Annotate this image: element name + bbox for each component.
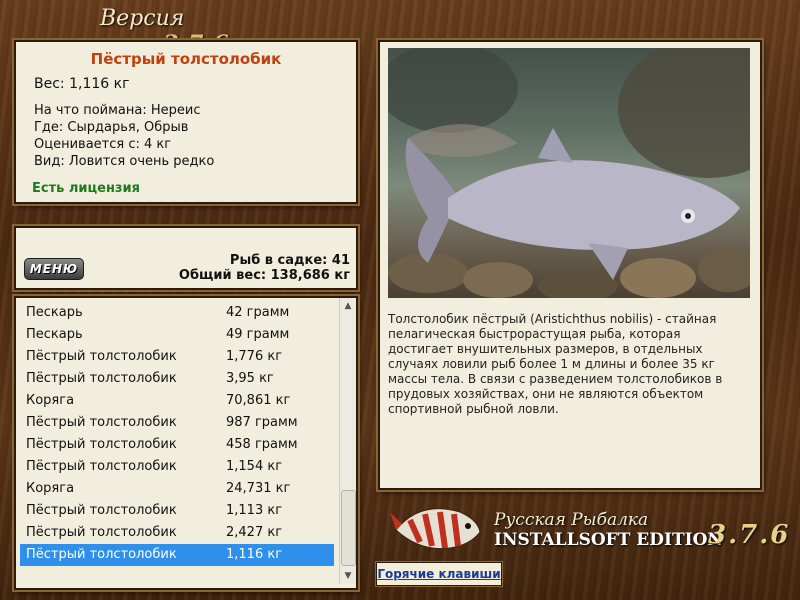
game-version-title: Версия игры3.7.6 <box>100 6 310 57</box>
rarity-info: Вид: Ловится очень редко <box>34 154 215 169</box>
catch-list[interactable]: Пескарь 42 грамм Пескарь 49 грамм Пёстрый то… <box>20 302 334 566</box>
catch-item-name: Пёстрый толстолобик <box>26 503 177 518</box>
catch-item-weight: 42 грамм <box>226 305 290 320</box>
fish-description: Толстолобик пёстрый (Aristichthus nobili… <box>388 312 723 416</box>
game-branding: Русская Рыбалка INSTALLSOFT EDITION 3.7.… <box>390 490 790 565</box>
catch-list-item[interactable]: Пёстрый толстолобик 1,116 кг <box>20 544 334 566</box>
catch-item-name: Коряга <box>26 481 75 496</box>
scroll-down-arrow-icon[interactable]: ▼ <box>340 568 356 584</box>
fish-photo-panel: Толстолобик пёстрый (Aristichthus nobili… <box>378 40 762 490</box>
fish-illustration <box>388 48 750 298</box>
fish-count: Рыб в садке: 41 <box>229 253 350 268</box>
catch-item-name: Пёстрый толстолобик <box>26 459 177 474</box>
catch-item-name: Пёстрый толстолобик <box>26 371 177 386</box>
catch-item-weight: 1,113 кг <box>226 503 283 518</box>
fish-info-panel: Пёстрый толстолобик Вес: 1,116 кг На что… <box>14 40 358 204</box>
catch-list-item[interactable]: Пёстрый толстолобик 987 грамм <box>20 412 334 434</box>
fish-name: Пёстрый толстолобик <box>90 50 282 68</box>
catch-list-item[interactable]: Пёстрый толстолобик 1,113 кг <box>20 500 334 522</box>
catch-list-panel: Пескарь 42 грамм Пескарь 49 грамм Пёстрый то… <box>14 296 358 590</box>
catch-stats-panel: МЕНЮ Рыб в садке: 41 Общий вес: 138,686 … <box>14 226 358 290</box>
catch-item-name: Пёстрый толстолобик <box>26 349 177 364</box>
brand-line2: INSTALLSOFT EDITION <box>494 530 723 550</box>
catch-item-name: Пёстрый толстолобик <box>26 415 177 430</box>
catch-item-name: Пёстрый толстолобик <box>26 547 177 562</box>
bait-info: На что поймана: Нереис <box>34 103 201 118</box>
catch-item-name: Пескарь <box>26 305 83 320</box>
catch-item-name: Пёстрый толстолобик <box>26 437 177 452</box>
catch-list-item[interactable]: Пёстрый толстолобик 3,95 кг <box>20 368 334 390</box>
catch-list-item[interactable]: Пёстрый толстолобик 1,154 кг <box>20 456 334 478</box>
scroll-thumb[interactable] <box>341 490 356 566</box>
location-info: Где: Сырдарья, Обрыв <box>34 120 189 135</box>
catch-item-name: Пёстрый толстолобик <box>26 525 177 540</box>
catch-item-weight: 1,776 кг <box>226 349 283 364</box>
fish-photo <box>388 48 750 298</box>
catch-item-weight: 987 грамм <box>226 415 298 430</box>
catch-item-name: Пескарь <box>26 327 83 342</box>
catch-list-item[interactable]: Пескарь 49 грамм <box>20 324 334 346</box>
fish-logo-icon <box>390 508 481 550</box>
fish-details: На что поймана: Нереис Где: Сырдарья, Об… <box>16 102 356 170</box>
catch-item-weight: 2,427 кг <box>226 525 283 540</box>
catch-item-weight: 1,154 кг <box>226 459 283 474</box>
catch-list-item[interactable]: Пёстрый толстолобик 2,427 кг <box>20 522 334 544</box>
license-status: Есть лицензия <box>32 181 140 196</box>
total-weight: Общий вес: 138,686 кг <box>178 268 350 283</box>
brand-version: 3.7.6 <box>708 520 791 550</box>
catch-item-weight: 24,731 кг <box>226 481 291 496</box>
brand-line1: Русская Рыбалка <box>494 510 649 530</box>
catch-item-weight: 458 грамм <box>226 437 298 452</box>
catch-list-item[interactable]: Коряга 70,861 кг <box>20 390 334 412</box>
hotkeys-link[interactable]: Горячие клавиши <box>376 562 502 586</box>
menu-button[interactable]: МЕНЮ <box>24 258 84 280</box>
catch-item-weight: 3,95 кг <box>226 371 274 386</box>
catch-list-item[interactable]: Коряга 24,731 кг <box>20 478 334 500</box>
catch-list-item[interactable]: Пёстрый толстолобик 458 грамм <box>20 434 334 456</box>
catch-item-weight: 49 грамм <box>226 327 290 342</box>
catch-list-scrollbar[interactable]: ▲ ▼ <box>339 298 356 584</box>
catch-list-item[interactable]: Пескарь 42 грамм <box>20 302 334 324</box>
catch-list-item[interactable]: Пёстрый толстолобик 1,776 кг <box>20 346 334 368</box>
catch-item-weight: 70,861 кг <box>226 393 291 408</box>
catch-item-name: Коряга <box>26 393 75 408</box>
valuation-info: Оценивается с: 4 кг <box>34 137 172 152</box>
scroll-up-arrow-icon[interactable]: ▲ <box>340 298 356 314</box>
catch-item-weight: 1,116 кг <box>226 547 283 562</box>
fish-weight: Вес: 1,116 кг <box>34 76 130 92</box>
